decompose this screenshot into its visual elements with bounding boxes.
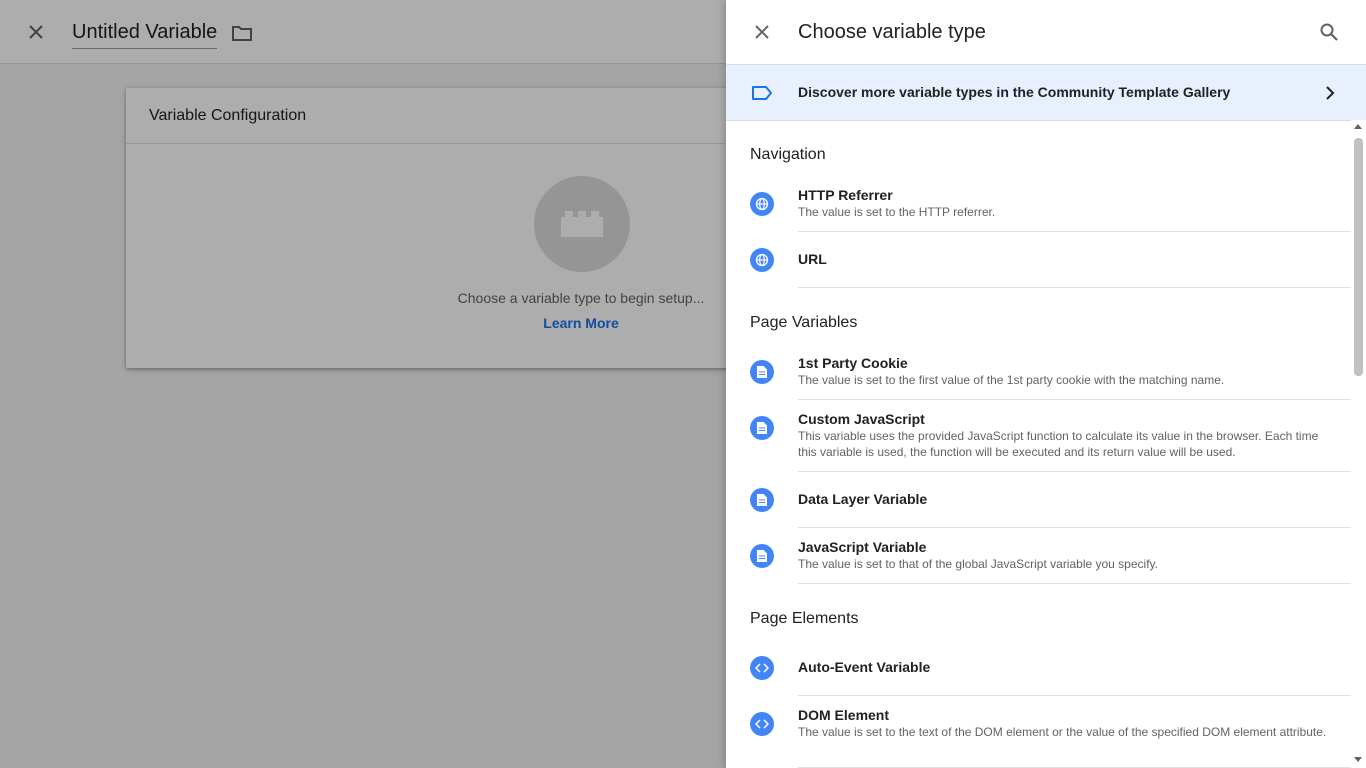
- document-icon: [750, 488, 774, 512]
- scroll-up-arrow-icon[interactable]: [1354, 124, 1362, 129]
- item-name: HTTP Referrer: [798, 187, 893, 203]
- section-title-page-variables: Page Variables: [750, 314, 858, 331]
- item-description: This variable uses the provided JavaScri…: [798, 429, 1319, 459]
- list-item-custom-javascript[interactable]: Custom JavaScript This variable uses the…: [726, 400, 1351, 472]
- section-title-navigation: Navigation: [750, 146, 826, 163]
- globe-icon: [750, 192, 774, 216]
- list-scrollbar[interactable]: [1351, 120, 1366, 768]
- item-name: Data Layer Variable: [798, 491, 928, 507]
- close-icon[interactable]: [750, 20, 774, 44]
- item-name: JavaScript Variable: [798, 539, 927, 555]
- gallery-link-label: Discover more variable types in the Comm…: [798, 84, 1231, 100]
- item-name: 1st Party Cookie: [798, 355, 908, 371]
- item-description: The value is set to the HTTP referrer.: [798, 205, 996, 219]
- document-icon: [750, 360, 774, 384]
- drawer-title: Choose variable type: [798, 21, 986, 43]
- list-item-javascript-variable[interactable]: JavaScript Variable The value is set to …: [726, 528, 1351, 584]
- item-name: DOM Element: [798, 707, 890, 723]
- list-item-auto-event-variable[interactable]: Auto-Event Variable: [726, 640, 1351, 696]
- list-item-http-referrer[interactable]: HTTP Referrer The value is set to the HT…: [726, 176, 1351, 232]
- document-icon: [750, 416, 774, 440]
- item-description: The value is set to the first value of t…: [798, 373, 1225, 387]
- choose-variable-type-drawer: Choose variable type Discover more varia…: [726, 0, 1366, 768]
- item-description: The value is set to the text of the DOM …: [798, 725, 1327, 739]
- label-icon: [750, 81, 774, 105]
- item-name: Auto-Event Variable: [798, 659, 931, 675]
- list-item-dom-element[interactable]: DOM Element The value is set to the text…: [726, 696, 1351, 768]
- item-description: The value is set to that of the global J…: [798, 557, 1158, 571]
- item-name: URL: [798, 251, 827, 267]
- community-template-gallery-link[interactable]: Discover more variable types in the Comm…: [726, 64, 1366, 121]
- item-name: Custom JavaScript: [798, 411, 925, 427]
- scrollbar-thumb[interactable]: [1354, 138, 1363, 376]
- list-item-data-layer-variable[interactable]: Data Layer Variable: [726, 472, 1351, 528]
- document-icon: [750, 544, 774, 568]
- drawer-header: Choose variable type: [726, 0, 1366, 64]
- list-item-url[interactable]: URL: [726, 232, 1351, 288]
- list-item-1st-party-cookie[interactable]: 1st Party Cookie The value is set to the…: [726, 344, 1351, 400]
- chevron-right-icon: [1318, 81, 1342, 105]
- variable-type-list: Navigation HTTP Referrer The value is se…: [726, 120, 1351, 768]
- search-icon[interactable]: [1317, 20, 1341, 44]
- divider: [798, 287, 1351, 288]
- code-icon: [750, 712, 774, 736]
- scroll-down-arrow-icon[interactable]: [1354, 757, 1362, 762]
- code-icon: [750, 656, 774, 680]
- globe-icon: [750, 248, 774, 272]
- section-title-page-elements: Page Elements: [750, 610, 859, 627]
- divider: [798, 583, 1351, 584]
